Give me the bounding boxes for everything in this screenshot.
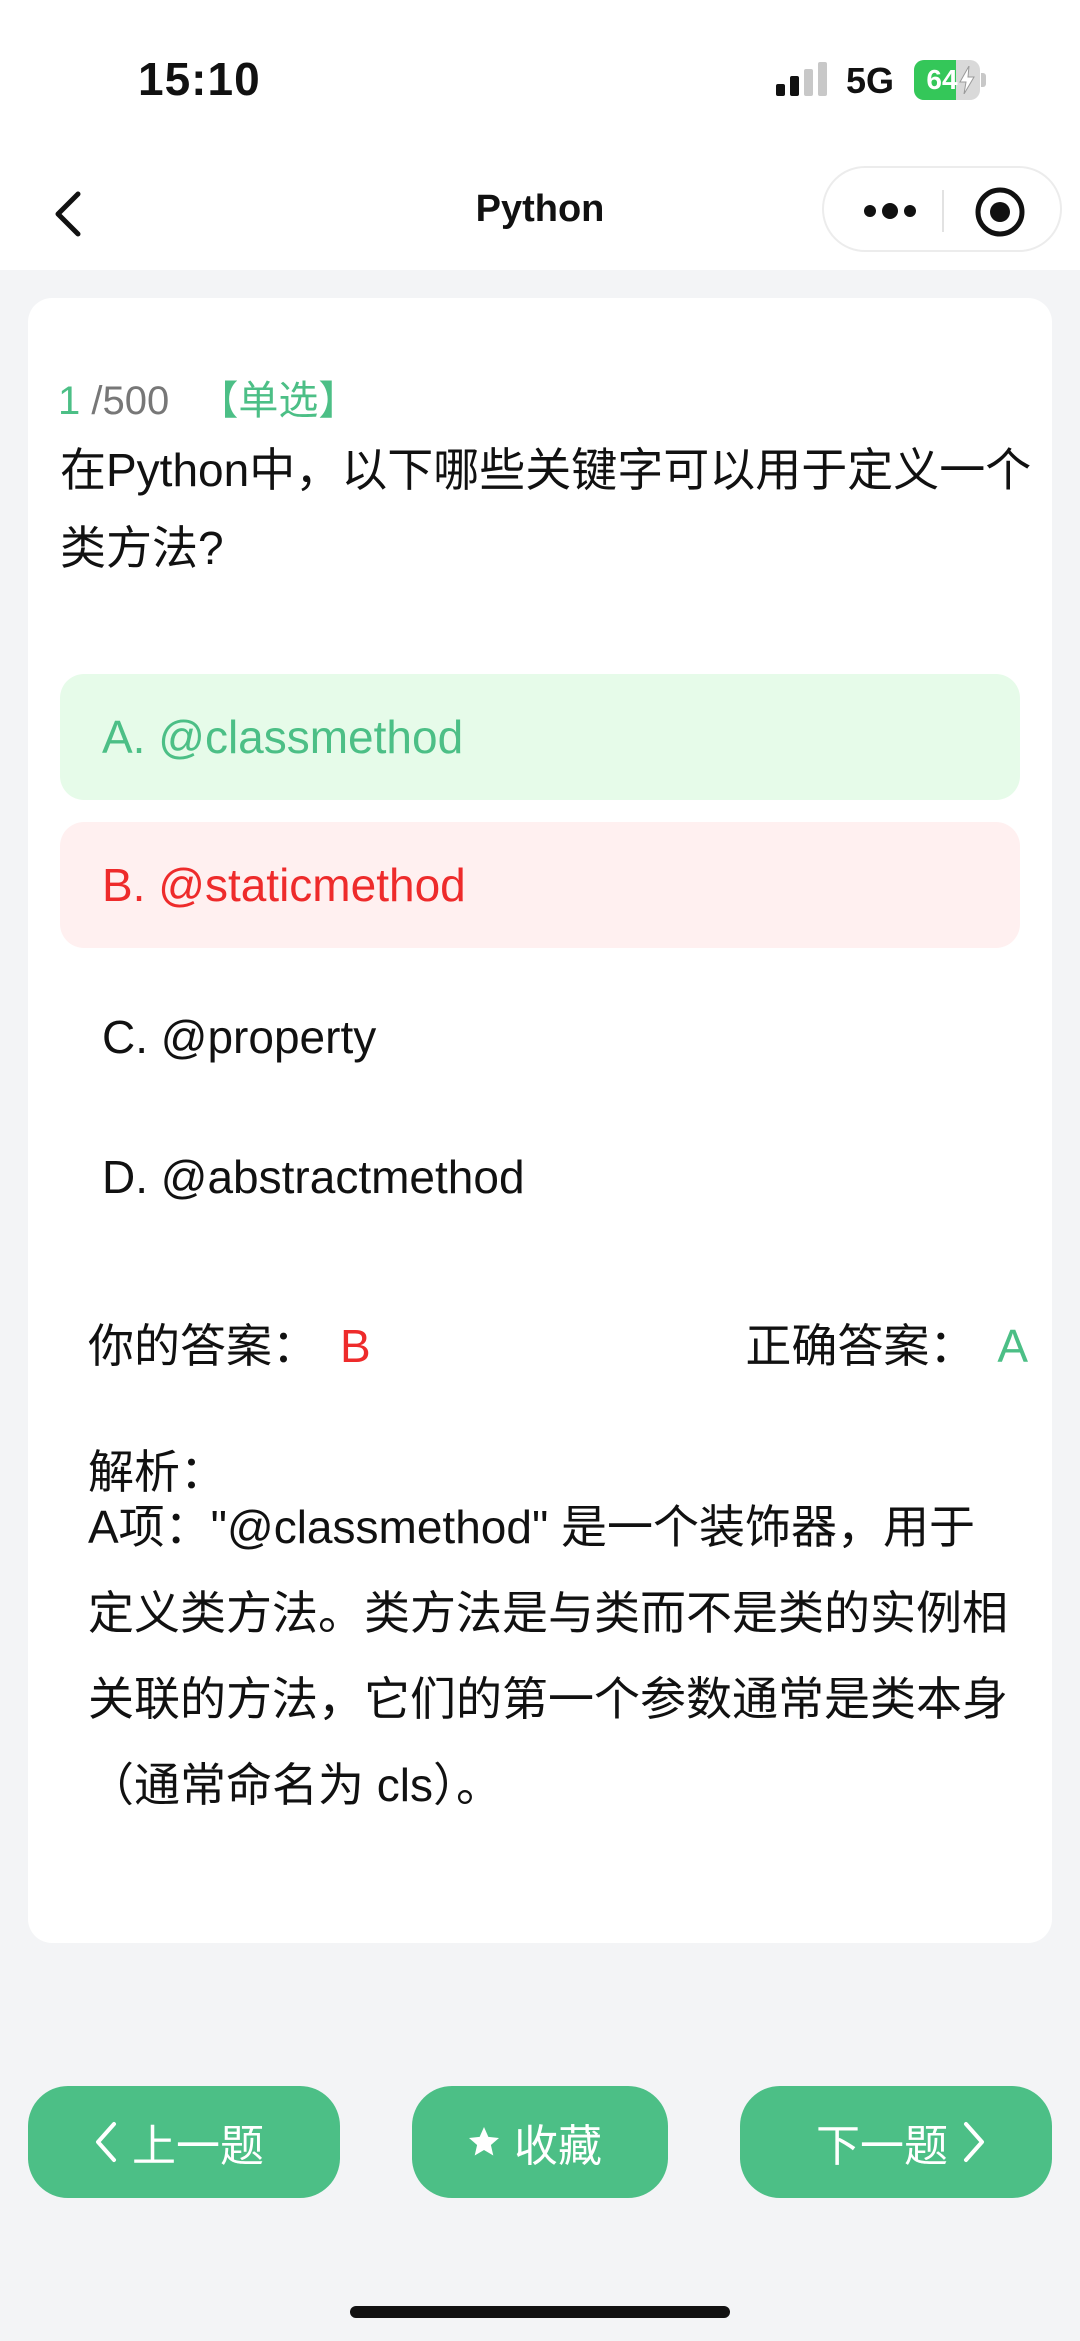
total-questions: /500 — [91, 379, 170, 423]
clock-time: 15:10 — [138, 53, 261, 105]
favorite-button[interactable]: 收藏 — [412, 2086, 668, 2198]
your-answer: 你的答案： B — [88, 1310, 371, 1376]
battery-icon: 64 — [914, 60, 986, 100]
chevron-right-icon — [964, 2122, 984, 2162]
analysis-text: A项："@classmethod" 是一个装饰器，用于定义类方法。类方法是与类而… — [88, 1501, 1008, 1811]
mini-program-capsule — [822, 166, 1062, 252]
prev-question-button[interactable]: 上一题 — [28, 2086, 340, 2198]
question-type-tag: 【单选】 — [198, 379, 359, 423]
option-a[interactable]: A. @classmethod — [60, 674, 1020, 800]
status-bar: 15:10 5G 64 — [0, 0, 1080, 160]
network-type: 5G — [846, 60, 895, 101]
star-icon — [469, 2127, 499, 2156]
option-d[interactable]: D. @abstractmethod — [60, 1114, 1020, 1240]
your-answer-label: 你的答案： — [88, 1320, 318, 1372]
target-circle-icon[interactable] — [974, 186, 1026, 238]
question-card: 1 /500 【单选】 在Python中，以下哪些关键字可以用于定义一个类方法?… — [28, 298, 1052, 1943]
correct-answer-value: A — [997, 1320, 1028, 1372]
next-question-button[interactable]: 下一题 — [740, 2086, 1052, 2198]
correct-answer-label: 正确答案： — [745, 1320, 976, 1372]
your-answer-value: B — [340, 1320, 371, 1372]
favorite-label: 收藏 — [514, 2122, 602, 2171]
question-text: 在Python中，以下哪些关键字可以用于定义一个类方法? — [60, 444, 1032, 574]
option-b[interactable]: B. @staticmethod — [60, 822, 1020, 948]
cellular-signal-icon — [776, 62, 827, 96]
option-c[interactable]: C. @property — [60, 974, 1020, 1100]
correct-answer: 正确答案： A — [745, 1310, 1028, 1376]
question-counter: 1 /500 【单选】 — [58, 368, 358, 426]
chevron-left-icon — [96, 2122, 116, 2162]
nav-bar: Python — [0, 160, 1080, 270]
charging-bolt-icon — [959, 66, 975, 94]
prev-question-label: 上一题 — [132, 2122, 264, 2171]
more-dots-icon[interactable] — [860, 194, 920, 228]
next-question-label: 下一题 — [816, 2122, 948, 2171]
home-indicator[interactable] — [350, 2306, 730, 2318]
current-question-number: 1 — [58, 379, 81, 423]
answer-summary: 你的答案： B 正确答案： A — [88, 1310, 1028, 1380]
